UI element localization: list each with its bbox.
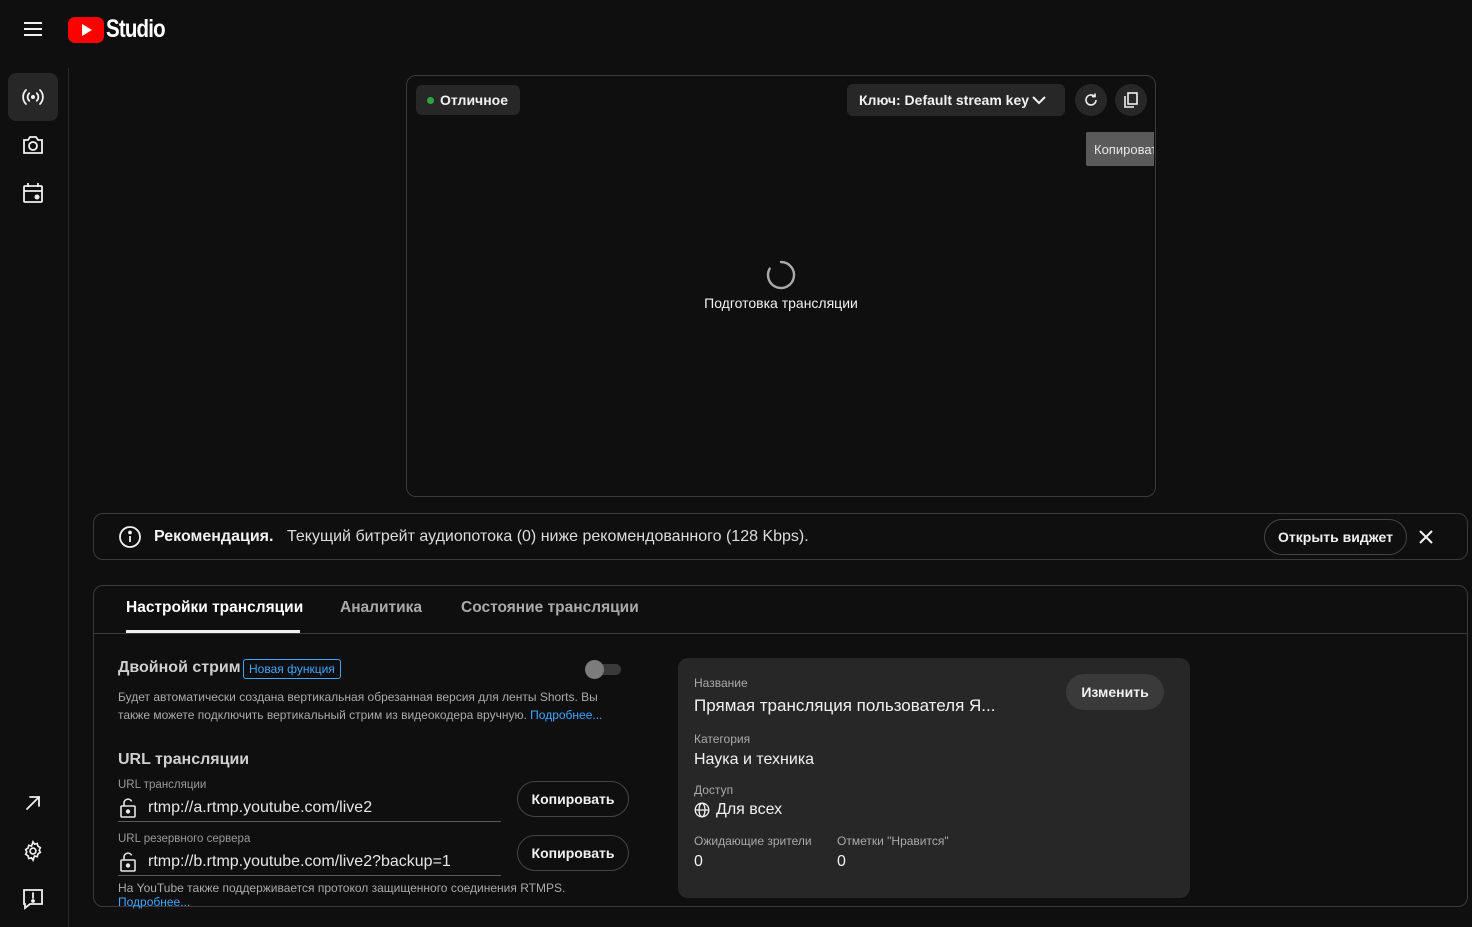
stream-url-heading: URL трансляции bbox=[118, 751, 250, 768]
rtmps-more-link[interactable]: Подробнее... bbox=[118, 895, 190, 909]
refresh-key-button[interactable] bbox=[1075, 84, 1107, 116]
access-row: Для всех bbox=[694, 801, 782, 819]
primary-url-value: rtmp://a.rtmp.youtube.com/live2 bbox=[148, 799, 373, 816]
close-icon bbox=[1419, 530, 1433, 544]
edit-button[interactable]: Изменить bbox=[1066, 674, 1164, 710]
sidebar-item-settings[interactable] bbox=[8, 827, 58, 875]
primary-url-field[interactable]: rtmp://a.rtmp.youtube.com/live2 bbox=[118, 795, 501, 822]
dual-stream-description: Будет автоматически создана вертикальная… bbox=[118, 688, 628, 724]
tab-stream-settings[interactable]: Настройки трансляции bbox=[126, 599, 303, 617]
copy-backup-url-button[interactable]: Копировать bbox=[517, 835, 629, 871]
access-label: Доступ bbox=[694, 783, 734, 797]
category-value: Наука и техника bbox=[694, 751, 815, 768]
status-dot-icon bbox=[427, 96, 434, 104]
lock-icon bbox=[120, 852, 136, 872]
settings-icon bbox=[24, 840, 42, 862]
close-recommendation-button[interactable] bbox=[1414, 525, 1438, 549]
access-value: Для всех bbox=[716, 801, 783, 818]
dual-stream-more-link[interactable]: Подробнее... bbox=[530, 708, 602, 722]
backup-url-label: URL резервного сервера bbox=[118, 833, 251, 845]
refresh-icon bbox=[1085, 93, 1097, 106]
stream-title-value: Прямая трансляция пользователя Я... bbox=[694, 696, 996, 715]
chevron-down-icon bbox=[1032, 96, 1046, 105]
backup-url-field[interactable]: rtmp://b.rtmp.youtube.com/live2?backup=1 bbox=[118, 849, 501, 876]
copy-tooltip: Копировать bbox=[1086, 132, 1154, 166]
dual-stream-description-text: Будет автоматически создана вертикальная… bbox=[118, 690, 598, 722]
tab-analytics[interactable]: Аналитика bbox=[340, 599, 422, 617]
info-icon bbox=[118, 525, 142, 554]
youtube-logo-icon bbox=[68, 16, 104, 43]
likes-label: Отметки "Нравится" bbox=[837, 834, 949, 848]
sidebar-item-webcam[interactable] bbox=[8, 121, 58, 169]
sidebar-item-schedule[interactable] bbox=[8, 169, 58, 217]
likes-value: 0 bbox=[837, 853, 846, 870]
title-label: Название bbox=[694, 676, 748, 690]
recommendation-text: Текущий битрейт аудиопотока (0) ниже рек… bbox=[287, 528, 809, 545]
feedback-icon bbox=[23, 889, 43, 910]
logo-text: Studio bbox=[106, 15, 166, 43]
stream-key-label: Ключ: Default stream key (I bbox=[859, 92, 1031, 108]
open-widget-button[interactable]: Открыть виджет bbox=[1264, 519, 1407, 555]
waiting-viewers-label: Ожидающие зрители bbox=[694, 834, 812, 848]
menu-icon bbox=[24, 22, 42, 36]
stream-key-select[interactable]: Ключ: Default stream key (I bbox=[847, 84, 1065, 116]
sidebar-item-external-link[interactable] bbox=[8, 779, 58, 827]
copy-primary-url-button[interactable]: Копировать bbox=[517, 781, 629, 817]
external-link-icon bbox=[26, 796, 40, 810]
tab-stream-health[interactable]: Состояние трансляции bbox=[461, 599, 639, 617]
rtmps-note: На YouTube также поддерживается протокол… bbox=[118, 881, 566, 895]
studio-logo[interactable]: Studio bbox=[68, 15, 178, 44]
live-broadcast-icon bbox=[22, 89, 44, 105]
sidebar-item-feedback[interactable] bbox=[8, 875, 58, 923]
stream-health-badge: Отличное bbox=[416, 85, 520, 115]
loading-spinner-icon bbox=[765, 259, 797, 296]
backup-url-value: rtmp://b.rtmp.youtube.com/live2?backup=1 bbox=[148, 853, 451, 870]
lock-icon bbox=[120, 798, 136, 818]
dual-stream-toggle[interactable] bbox=[585, 660, 621, 679]
camera-icon bbox=[23, 136, 43, 154]
sidebar-item-live[interactable] bbox=[8, 73, 58, 121]
copy-icon bbox=[1124, 92, 1138, 108]
recommendation-title: Рекомендация. bbox=[154, 528, 274, 545]
new-feature-badge: Новая функция bbox=[243, 659, 341, 679]
preparing-text: Подготовка трансляции bbox=[704, 295, 858, 311]
calendar-icon bbox=[23, 183, 43, 203]
dual-stream-title: Двойной стрим bbox=[118, 659, 241, 676]
copy-key-button[interactable] bbox=[1115, 84, 1147, 116]
category-label: Категория bbox=[694, 732, 751, 746]
tabs-divider bbox=[94, 633, 1467, 634]
primary-url-label: URL трансляции bbox=[118, 779, 207, 791]
menu-button[interactable] bbox=[14, 10, 52, 48]
waiting-viewers-value: 0 bbox=[694, 853, 703, 870]
stream-health-label: Отличное bbox=[440, 92, 508, 108]
globe-icon bbox=[694, 802, 710, 818]
